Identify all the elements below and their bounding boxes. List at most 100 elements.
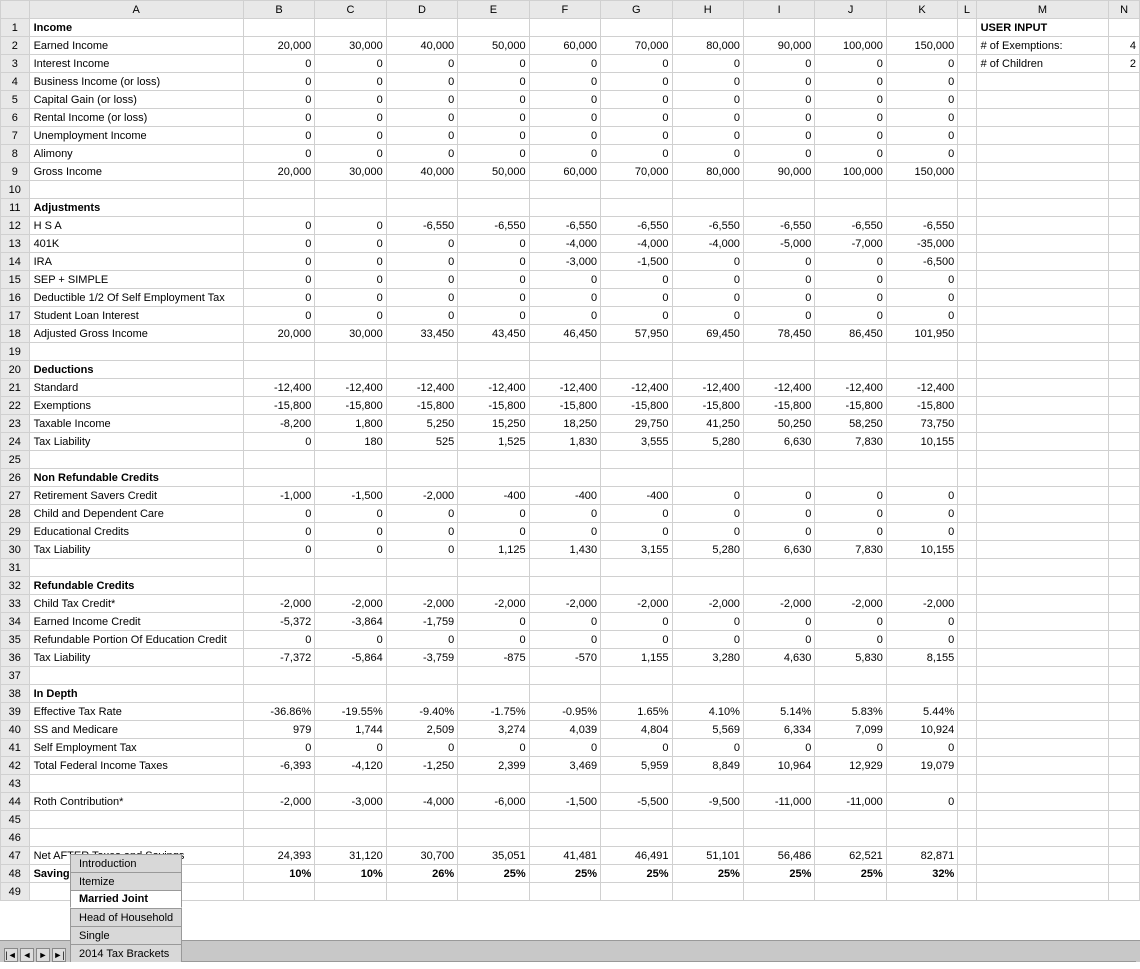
cell-29-e[interactable]: 0 <box>458 523 529 541</box>
cell-17-a[interactable]: Student Loan Interest <box>29 307 243 325</box>
cell-30-k[interactable]: 10,155 <box>886 541 957 559</box>
cell-4-n[interactable] <box>1109 73 1140 91</box>
cell-10-k[interactable] <box>886 181 957 199</box>
cell-4-j[interactable]: 0 <box>815 73 886 91</box>
cell-45-f[interactable] <box>529 811 600 829</box>
cell-30-c[interactable]: 0 <box>315 541 386 559</box>
cell-1-m[interactable]: USER INPUT <box>976 19 1109 37</box>
cell-2-g[interactable]: 70,000 <box>601 37 672 55</box>
cell-48-b[interactable]: 10% <box>243 865 314 883</box>
cell-10-j[interactable] <box>815 181 886 199</box>
cell-20-e[interactable] <box>458 361 529 379</box>
cell-41-e[interactable]: 0 <box>458 739 529 757</box>
cell-18-b[interactable]: 20,000 <box>243 325 314 343</box>
cell-42-j[interactable]: 12,929 <box>815 757 886 775</box>
cell-4-k[interactable]: 0 <box>886 73 957 91</box>
cell-46-m[interactable] <box>976 829 1109 847</box>
cell-35-i[interactable]: 0 <box>743 631 814 649</box>
cell-29-j[interactable]: 0 <box>815 523 886 541</box>
col-header-K[interactable]: K <box>886 1 957 19</box>
cell-47-m[interactable] <box>976 847 1109 865</box>
cell-4-e[interactable]: 0 <box>458 73 529 91</box>
cell-5-a[interactable]: Capital Gain (or loss) <box>29 91 243 109</box>
cell-42-n[interactable] <box>1109 757 1140 775</box>
cell-1-n[interactable] <box>1109 19 1140 37</box>
cell-6-f[interactable]: 0 <box>529 109 600 127</box>
cell-23-a[interactable]: Taxable Income <box>29 415 243 433</box>
cell-40-b[interactable]: 979 <box>243 721 314 739</box>
cell-48-d[interactable]: 26% <box>386 865 457 883</box>
cell-37-h[interactable] <box>672 667 743 685</box>
cell-31-a[interactable] <box>29 559 243 577</box>
cell-42-f[interactable]: 3,469 <box>529 757 600 775</box>
cell-13-k[interactable]: -35,000 <box>886 235 957 253</box>
cell-27-g[interactable]: -400 <box>601 487 672 505</box>
cell-45-h[interactable] <box>672 811 743 829</box>
cell-20-d[interactable] <box>386 361 457 379</box>
col-header-B[interactable]: B <box>243 1 314 19</box>
cell-39-b[interactable]: -36.86% <box>243 703 314 721</box>
cell-7-a[interactable]: Unemployment Income <box>29 127 243 145</box>
cell-5-f[interactable]: 0 <box>529 91 600 109</box>
cell-27-a[interactable]: Retirement Savers Credit <box>29 487 243 505</box>
cell-17-e[interactable]: 0 <box>458 307 529 325</box>
cell-16-d[interactable]: 0 <box>386 289 457 307</box>
cell-21-d[interactable]: -12,400 <box>386 379 457 397</box>
cell-43-a[interactable] <box>29 775 243 793</box>
cell-24-n[interactable] <box>1109 433 1140 451</box>
cell-21-k[interactable]: -12,400 <box>886 379 957 397</box>
cell-49-c[interactable] <box>315 883 386 901</box>
cell-43-n[interactable] <box>1109 775 1140 793</box>
cell-25-a[interactable] <box>29 451 243 469</box>
cell-3-e[interactable]: 0 <box>458 55 529 73</box>
cell-48-m[interactable] <box>976 865 1109 883</box>
cell-36-k[interactable]: 8,155 <box>886 649 957 667</box>
cell-16-b[interactable]: 0 <box>243 289 314 307</box>
cell-25-k[interactable] <box>886 451 957 469</box>
cell-37-m[interactable] <box>976 667 1109 685</box>
cell-22-i[interactable]: -15,800 <box>743 397 814 415</box>
cell-7-n[interactable] <box>1109 127 1140 145</box>
cell-38-d[interactable] <box>386 685 457 703</box>
cell-18-n[interactable] <box>1109 325 1140 343</box>
cell-20-n[interactable] <box>1109 361 1140 379</box>
cell-44-e[interactable]: -6,000 <box>458 793 529 811</box>
cell-34-n[interactable] <box>1109 613 1140 631</box>
cell-37-n[interactable] <box>1109 667 1140 685</box>
cell-32-i[interactable] <box>743 577 814 595</box>
cell-44-n[interactable] <box>1109 793 1140 811</box>
cell-4-m[interactable] <box>976 73 1109 91</box>
cell-3-h[interactable]: 0 <box>672 55 743 73</box>
cell-14-d[interactable]: 0 <box>386 253 457 271</box>
cell-21-m[interactable] <box>976 379 1109 397</box>
cell-37-i[interactable] <box>743 667 814 685</box>
cell-40-e[interactable]: 3,274 <box>458 721 529 739</box>
cell-49-n[interactable] <box>1109 883 1140 901</box>
cell-25-j[interactable] <box>815 451 886 469</box>
cell-41-j[interactable]: 0 <box>815 739 886 757</box>
cell-3-d[interactable]: 0 <box>386 55 457 73</box>
cell-12-f[interactable]: -6,550 <box>529 217 600 235</box>
cell-23-k[interactable]: 73,750 <box>886 415 957 433</box>
cell-20-c[interactable] <box>315 361 386 379</box>
cell-22-c[interactable]: -15,800 <box>315 397 386 415</box>
cell-33-j[interactable]: -2,000 <box>815 595 886 613</box>
cell-24-b[interactable]: 0 <box>243 433 314 451</box>
cell-46-a[interactable] <box>29 829 243 847</box>
cell-3-b[interactable]: 0 <box>243 55 314 73</box>
cell-17-i[interactable]: 0 <box>743 307 814 325</box>
cell-2-f[interactable]: 60,000 <box>529 37 600 55</box>
cell-1-b[interactable] <box>243 19 314 37</box>
cell-43-e[interactable] <box>458 775 529 793</box>
cell-33-k[interactable]: -2,000 <box>886 595 957 613</box>
cell-39-j[interactable]: 5.83% <box>815 703 886 721</box>
cell-11-c[interactable] <box>315 199 386 217</box>
cell-41-m[interactable] <box>976 739 1109 757</box>
cell-1-e[interactable] <box>458 19 529 37</box>
cell-14-n[interactable] <box>1109 253 1140 271</box>
cell-11-b[interactable] <box>243 199 314 217</box>
cell-41-g[interactable]: 0 <box>601 739 672 757</box>
cell-36-i[interactable]: 4,630 <box>743 649 814 667</box>
cell-4-f[interactable]: 0 <box>529 73 600 91</box>
cell-44-h[interactable]: -9,500 <box>672 793 743 811</box>
